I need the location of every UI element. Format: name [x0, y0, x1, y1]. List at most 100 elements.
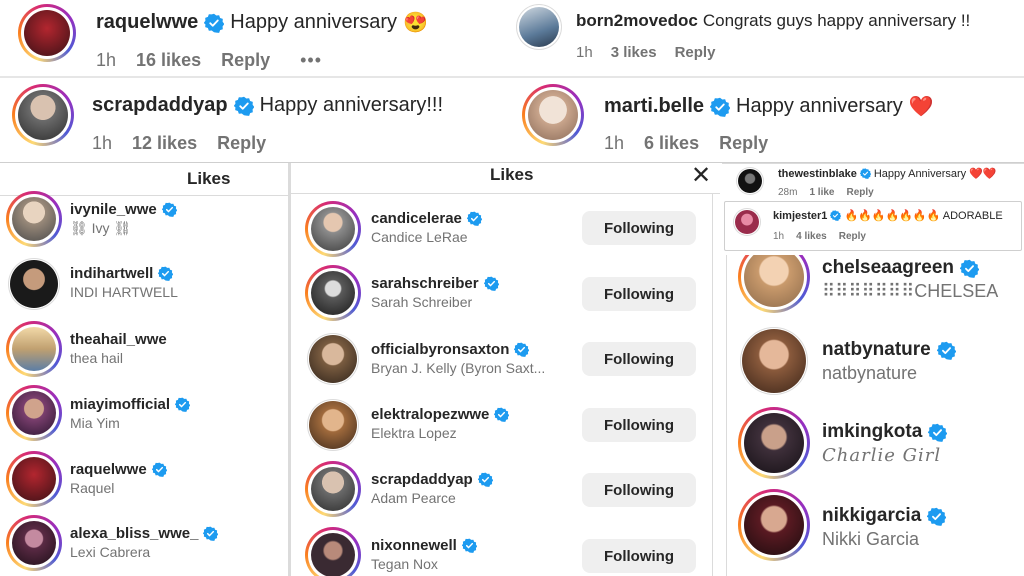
comment-time: 28m	[778, 187, 798, 198]
following-button[interactable]: Following	[582, 473, 696, 507]
list-username[interactable]: imkingkota	[822, 421, 922, 443]
reply-button[interactable]: Reply	[719, 133, 768, 154]
avatar[interactable]	[307, 399, 359, 451]
comment-scrapdaddyap: scrapdaddyap Happy anniversary!!! 1h 12 …	[0, 78, 512, 162]
list-fullname: INDI HARTWELL	[70, 284, 178, 300]
avatar[interactable]	[6, 321, 62, 377]
avatar[interactable]	[6, 385, 62, 441]
comment-username[interactable]: thewestinblake	[778, 168, 857, 180]
verified-badge-icon	[162, 202, 177, 217]
avatar[interactable]	[12, 84, 74, 146]
avatar[interactable]	[305, 201, 361, 257]
avatar[interactable]	[516, 4, 562, 50]
list-fullname: thea hail	[70, 350, 123, 366]
small-comments-panel: thewestinblake Happy Anniversary ❤️❤️ 28…	[722, 163, 1024, 255]
comment-username[interactable]: scrapdaddyap	[92, 94, 228, 117]
verified-badge-icon	[478, 472, 493, 487]
panel-border	[712, 193, 713, 576]
avatar[interactable]	[6, 515, 62, 571]
avatar[interactable]	[305, 265, 361, 321]
reply-button[interactable]: Reply	[839, 231, 866, 242]
list-username[interactable]: chelseaagreen	[822, 257, 954, 279]
following-button[interactable]: Following	[582, 342, 696, 376]
avatar[interactable]	[18, 4, 76, 62]
list-username[interactable]: sarahschreiber	[371, 275, 479, 292]
avatar[interactable]	[738, 407, 810, 479]
comment-text: Happy anniversary	[230, 11, 398, 33]
list-username[interactable]: theahail_wwe	[70, 331, 167, 348]
list-username[interactable]: alexa_bliss_wwe_	[70, 525, 198, 542]
list-fullname: Mia Yim	[70, 415, 120, 431]
list-username[interactable]: scrapdaddyap	[371, 471, 473, 488]
verified-badge-icon	[175, 397, 190, 412]
verified-badge-icon	[203, 526, 218, 541]
more-options-icon[interactable]: •••	[300, 50, 322, 71]
heart-emoji: ❤️	[908, 96, 934, 118]
avatar[interactable]	[305, 461, 361, 517]
following-button[interactable]: Following	[582, 211, 696, 245]
avatar[interactable]	[305, 527, 361, 576]
list-fullname: Tegan Nox	[371, 556, 438, 572]
avatar[interactable]	[740, 327, 808, 395]
avatar[interactable]	[6, 191, 62, 247]
comment-likes[interactable]: 4 likes	[796, 231, 827, 242]
panel-border	[726, 255, 727, 576]
list-username[interactable]: indihartwell	[70, 265, 153, 282]
comment-time: 1h	[92, 133, 113, 153]
comment-marti-belle: marti.belle Happy anniversary ❤️ 1h 6 li…	[512, 78, 1024, 162]
comment-username[interactable]: marti.belle	[604, 95, 704, 118]
avatar[interactable]	[733, 208, 761, 236]
avatar[interactable]	[738, 255, 810, 313]
comment-likes[interactable]: 3 likes	[611, 44, 657, 61]
following-button[interactable]: Following	[582, 539, 696, 573]
reply-button[interactable]: Reply	[675, 44, 716, 61]
comment-username[interactable]: raquelwwe	[96, 11, 198, 34]
close-icon[interactable]: ✕	[691, 163, 711, 190]
comment-text: Congrats guys happy anniversary !!	[702, 11, 971, 30]
verified-badge-icon	[204, 13, 224, 33]
comment-text: 🔥🔥🔥🔥🔥🔥🔥 ADORABLE	[844, 210, 1003, 222]
avatar[interactable]	[736, 167, 764, 195]
list-username[interactable]: ivynile_wwe	[70, 201, 157, 218]
list-fullname: Lexi Cabrera	[70, 544, 151, 560]
reply-button[interactable]: Reply	[221, 50, 270, 71]
verified-badge-icon	[484, 276, 499, 291]
verified-badge-icon	[710, 97, 730, 117]
comment-time: 1h	[96, 50, 117, 70]
list-username[interactable]: elektralopezwwe	[371, 406, 489, 423]
verified-badge-icon	[514, 342, 529, 357]
comment-time: 1h	[576, 44, 593, 61]
list-username[interactable]: nikkigarcia	[822, 505, 921, 527]
comment-username[interactable]: kimjester1	[773, 210, 827, 222]
following-button[interactable]: Following	[582, 408, 696, 442]
comment-box-kimjester1: kimjester1 🔥🔥🔥🔥🔥🔥🔥 ADORABLE 1h 4 likes R…	[724, 201, 1022, 251]
reply-button[interactable]: Reply	[846, 187, 873, 198]
comment-likes[interactable]: 12 likes	[132, 133, 197, 154]
reply-button[interactable]: Reply	[217, 133, 266, 154]
comment-likes[interactable]: 6 likes	[644, 133, 699, 154]
list-username[interactable]: officialbyronsaxton	[371, 341, 509, 358]
comment-username[interactable]: born2movedoc	[576, 11, 698, 31]
following-button[interactable]: Following	[582, 277, 696, 311]
verified-badge-icon	[830, 210, 841, 221]
avatar[interactable]	[6, 451, 62, 507]
avatar[interactable]	[738, 489, 810, 561]
comment-text: Happy Anniversary	[873, 167, 967, 180]
list-fullname: Sarah Schreiber	[371, 294, 473, 310]
list-fullname: Adam Pearce	[371, 490, 456, 506]
comment-likes[interactable]: 16 likes	[136, 50, 201, 71]
comment-raquelwwe: raquelwwe Happy anniversary 😍 1h 16 like…	[0, 0, 512, 80]
verified-badge-icon	[494, 407, 509, 422]
comment-likes[interactable]: 1 like	[809, 187, 834, 198]
verified-badge-icon	[960, 259, 979, 278]
hearts-emoji: ❤️❤️	[969, 168, 997, 180]
list-username[interactable]: nixonnewell	[371, 537, 457, 554]
list-username[interactable]: raquelwwe	[70, 461, 147, 478]
avatar[interactable]	[307, 333, 359, 385]
avatar[interactable]	[8, 258, 60, 310]
list-username[interactable]: natbynature	[822, 339, 931, 361]
avatar[interactable]	[522, 84, 584, 146]
list-username[interactable]: candicelerae	[371, 210, 462, 227]
list-username[interactable]: miayimofficial	[70, 396, 170, 413]
verified-badge-icon	[234, 96, 254, 116]
